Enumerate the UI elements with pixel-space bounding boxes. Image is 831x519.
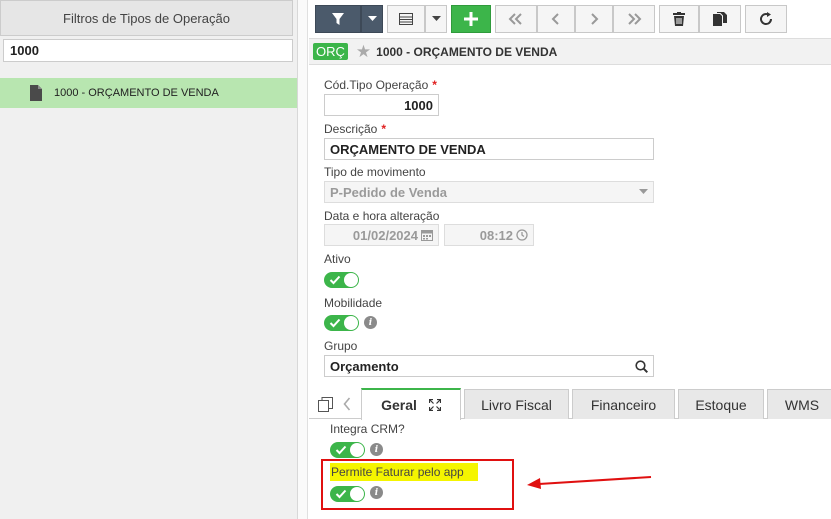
next-icon — [591, 13, 599, 25]
calendar-icon — [421, 230, 433, 241]
grupo-label: Grupo — [324, 339, 358, 353]
check-icon — [329, 275, 341, 285]
prev-icon — [551, 13, 559, 25]
list-icon — [399, 13, 413, 25]
tipo-movimento-select[interactable]: P-Pedido de Venda — [324, 181, 654, 203]
search-icon[interactable] — [635, 359, 648, 373]
annotation-arrow — [527, 476, 652, 489]
plus-icon — [464, 12, 478, 26]
clock-icon — [516, 229, 528, 241]
last-icon — [628, 13, 642, 25]
info-icon[interactable]: i — [370, 443, 383, 456]
first-icon — [508, 13, 522, 25]
descricao-field[interactable]: ORÇAMENTO DE VENDA — [324, 138, 654, 160]
refresh-button[interactable] — [745, 5, 787, 33]
data-alteracao-label: Data e hora alteração — [324, 209, 440, 223]
ativo-toggle[interactable] — [324, 272, 359, 288]
refresh-icon — [760, 12, 773, 25]
ativo-label: Ativo — [324, 252, 351, 266]
main-content: ORÇ ★ 1000 - ORÇAMENTO DE VENDA Cód.Tipo… — [309, 0, 831, 519]
tab-bar: Geral Livro Fiscal Financeiro Estoque WM… — [309, 388, 831, 420]
chevron-left-icon[interactable] — [343, 397, 351, 411]
filter-panel: Filtros de Tipos de Operação 1000 - ORÇA… — [0, 0, 298, 519]
filter-button[interactable] — [315, 5, 361, 33]
required-mark: * — [432, 78, 437, 92]
tab-geral[interactable]: Geral — [361, 388, 461, 420]
grupo-value: Orçamento — [330, 358, 399, 374]
hora-alteracao-value: 08:12 — [479, 227, 513, 243]
integra-crm-label: Integra CRM? — [330, 422, 405, 436]
filter-icon — [332, 13, 344, 25]
first-record-button[interactable] — [495, 5, 537, 33]
data-alteracao-field[interactable]: 01/02/2024 — [324, 224, 439, 246]
mobilidade-label: Mobilidade — [324, 296, 383, 310]
record-title: 1000 - ORÇAMENTO DE VENDA — [376, 44, 558, 59]
filter-dropdown-button[interactable] — [361, 5, 383, 33]
tab-geral-label: Geral — [381, 397, 417, 413]
tipo-movimento-value: P-Pedido de Venda — [330, 184, 448, 200]
copy-icon — [713, 12, 727, 26]
tab-financeiro[interactable]: Financeiro — [572, 389, 675, 419]
tipo-movimento-label: Tipo de movimento — [324, 165, 426, 179]
info-icon[interactable]: i — [364, 316, 377, 329]
grid-view-button[interactable] — [387, 5, 425, 33]
filter-search-input[interactable] — [3, 39, 293, 62]
annotation-box — [321, 459, 514, 510]
duplicate-button[interactable] — [699, 5, 741, 33]
trash-icon — [673, 12, 685, 26]
expand-icon[interactable] — [428, 399, 441, 411]
document-icon — [30, 85, 42, 101]
tab-livro-fiscal[interactable]: Livro Fiscal — [464, 389, 569, 419]
list-item[interactable]: 1000 - ORÇAMENTO DE VENDA — [0, 78, 297, 108]
tab-wms[interactable]: WMS — [767, 389, 831, 419]
toolbar — [315, 5, 787, 33]
record-header: ORÇ ★ 1000 - ORÇAMENTO DE VENDA — [309, 38, 831, 65]
panel-splitter[interactable] — [298, 0, 308, 519]
chevron-down-icon — [639, 189, 648, 194]
cod-tipo-operacao-label: Cód.Tipo Operação * — [324, 78, 437, 92]
hora-alteracao-field[interactable]: 08:12 — [444, 224, 534, 246]
check-icon — [329, 318, 341, 328]
check-icon — [335, 445, 347, 455]
add-button[interactable] — [451, 5, 491, 33]
next-record-button[interactable] — [575, 5, 613, 33]
grupo-field[interactable]: Orçamento — [324, 355, 654, 377]
cod-tipo-operacao-field[interactable]: 1000 — [324, 94, 439, 116]
record-badge: ORÇ — [313, 43, 348, 60]
data-alteracao-value: 01/02/2024 — [352, 227, 418, 243]
tab-estoque[interactable]: Estoque — [678, 389, 764, 419]
filter-panel-title: Filtros de Tipos de Operação — [0, 0, 293, 36]
last-record-button[interactable] — [613, 5, 655, 33]
descricao-label: Descrição * — [324, 122, 387, 136]
integra-crm-toggle[interactable] — [330, 442, 365, 458]
chevron-down-icon — [367, 16, 377, 21]
view-dropdown-button[interactable] — [425, 5, 447, 33]
list-item-label: 1000 - ORÇAMENTO DE VENDA — [54, 87, 219, 99]
mobilidade-toggle[interactable] — [324, 315, 359, 331]
star-icon[interactable]: ★ — [356, 43, 371, 60]
chevron-down-icon — [431, 16, 441, 21]
delete-button[interactable] — [659, 5, 699, 33]
required-mark: * — [381, 122, 387, 136]
prev-record-button[interactable] — [537, 5, 575, 33]
copy-icon[interactable] — [318, 397, 333, 412]
